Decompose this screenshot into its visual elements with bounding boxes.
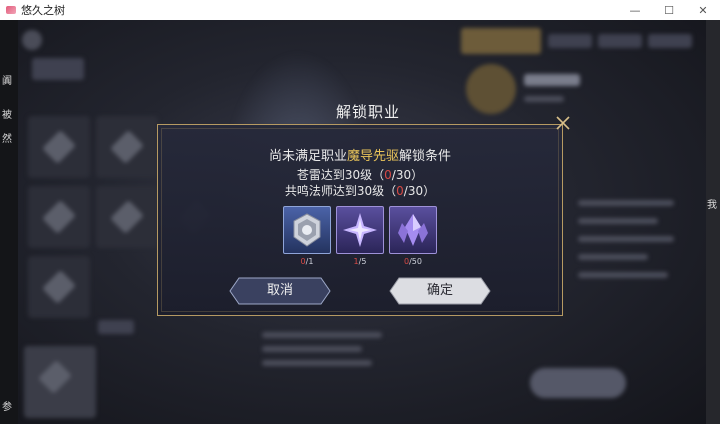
blurred-tab <box>32 58 84 80</box>
required-item[interactable]: 0/50 <box>389 206 437 268</box>
blurred-slot <box>96 186 158 248</box>
confirm-button[interactable]: 确定 <box>389 277 491 305</box>
item-frame <box>389 206 437 254</box>
condition-current: 0 <box>396 184 404 198</box>
condition-target: /30） <box>403 184 436 198</box>
blurred-tab <box>548 34 592 48</box>
item-count: 1/5 <box>336 256 384 268</box>
blurred-tab <box>648 34 692 48</box>
silver-emblem-icon <box>293 213 321 247</box>
message-prefix: 尚未满足职业 <box>268 149 347 164</box>
cancel-label: 取消 <box>266 283 293 298</box>
condition-text: 苍雷达到30级（ <box>296 168 385 182</box>
item-count: 0/1 <box>283 256 331 268</box>
condition-text: 共鸣法师达到30级（ <box>284 184 397 198</box>
side-glyph: 然 <box>2 134 12 145</box>
blurred-text <box>262 360 372 366</box>
window-titlebar: 悠久之树 — ☐ ✕ <box>0 0 720 21</box>
blurred-text <box>578 218 658 224</box>
blurred-class-name <box>524 74 580 86</box>
blurred-slot <box>96 116 158 178</box>
blurred-action-button <box>530 368 626 398</box>
required-item[interactable]: 1/5 <box>336 206 384 268</box>
item-frame <box>336 206 384 254</box>
side-glyph: 被 <box>2 110 12 121</box>
blurred-text <box>262 332 382 338</box>
item-need: /1 <box>305 257 314 266</box>
left-background-strip: 阗 被 然 参 <box>0 20 18 424</box>
blurred-text <box>578 254 648 260</box>
blurred-text <box>578 272 668 278</box>
blurred-text <box>578 200 674 206</box>
app-logo-icon <box>5 4 17 16</box>
blurred-text <box>578 236 674 242</box>
blurred-text <box>262 346 362 352</box>
blurred-gold-tab <box>461 28 541 54</box>
blurred-slot <box>28 256 90 318</box>
condition-current: 0 <box>384 168 392 182</box>
confirm-label: 确定 <box>426 283 453 298</box>
condition-row: 共鸣法师达到30级（0/30） <box>157 182 563 199</box>
close-icon <box>556 116 570 130</box>
side-glyph: 我 <box>707 200 717 211</box>
blurred-slot <box>28 186 90 248</box>
violet-crystal-star-icon <box>343 213 377 247</box>
back-icon <box>22 30 42 50</box>
cancel-button[interactable]: 取消 <box>229 277 331 305</box>
item-need: /5 <box>358 257 367 266</box>
unlock-message: 尚未满足职业魔导先驱解锁条件 <box>157 145 563 164</box>
item-count: 0/50 <box>389 256 437 268</box>
right-background-strip: 我 <box>706 20 720 424</box>
blurred-label <box>98 320 134 334</box>
blurred-slot <box>28 116 90 178</box>
dialog-title: 解锁职业 <box>335 103 400 121</box>
side-glyph: 阗 <box>2 76 12 87</box>
minimize-button[interactable]: — <box>618 0 652 20</box>
window-controls: — ☐ ✕ <box>618 0 720 20</box>
side-glyph: 参 <box>2 402 12 413</box>
blurred-tab <box>598 34 642 48</box>
item-frame <box>283 206 331 254</box>
message-suffix: 解锁条件 <box>399 149 452 164</box>
maximize-button[interactable]: ☐ <box>652 0 686 20</box>
window-title: 悠久之树 <box>21 4 65 17</box>
violet-crystal-cluster-icon <box>398 214 428 246</box>
item-need: /50 <box>409 257 422 266</box>
blurred-emblem <box>466 64 516 114</box>
class-name: 魔导先驱 <box>346 149 399 164</box>
required-item[interactable]: 0/1 <box>283 206 331 268</box>
close-window-button[interactable]: ✕ <box>686 0 720 20</box>
dialog-close-button[interactable] <box>553 113 573 133</box>
blurred-portrait <box>24 346 96 418</box>
condition-row: 苍雷达到30级（0/30） <box>157 166 563 183</box>
blurred-subtitle <box>524 96 564 102</box>
condition-target: /30） <box>391 168 424 182</box>
